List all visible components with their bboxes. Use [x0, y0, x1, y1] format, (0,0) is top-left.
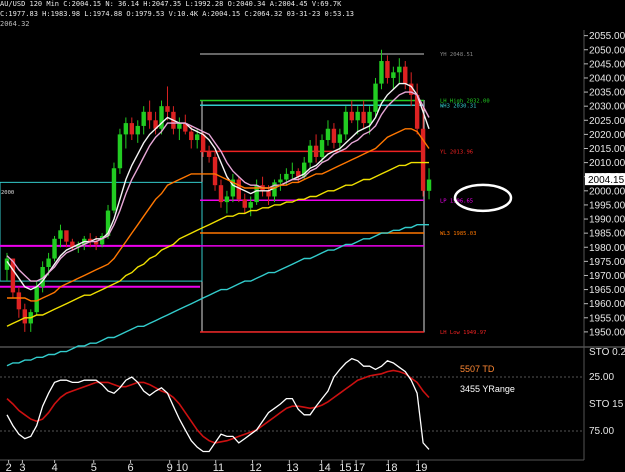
price-chart[interactable]: YH 2048.51LH High 2032.00WH3 2030.31YL 2… [0, 0, 625, 472]
stoch-axis-label-2: 75.00 [589, 426, 614, 437]
ytick-label-10: 2000.00 [589, 186, 625, 197]
stoch-top-label: STO 0.2 [589, 347, 625, 358]
candle-body-62 [373, 83, 378, 112]
xtick-label-12: 17 [353, 462, 365, 472]
candle-body-66 [397, 66, 402, 73]
candle-body-20 [123, 123, 129, 135]
candle-body-59 [355, 111, 360, 121]
ytick-label-14: 2020.00 [589, 130, 625, 141]
ytick-label-19: 2045.00 [589, 59, 625, 70]
candle-body-46 [278, 179, 283, 183]
ytick-label-15: 2025.00 [589, 116, 625, 127]
ytick-label-18: 2040.00 [589, 73, 625, 84]
candle-body-9 [58, 230, 63, 239]
xtick-label-9: 13 [286, 462, 298, 472]
ytick-label-17: 2035.00 [589, 88, 625, 99]
candle-body-44 [266, 190, 271, 197]
candle-body-58 [349, 111, 354, 121]
xtick-label-8: 12 [250, 462, 262, 472]
candle-body-56 [337, 134, 343, 143]
ytick-label-9: 1995.00 [589, 200, 625, 211]
candle-body-33 [200, 134, 206, 152]
candle-body-19 [117, 134, 123, 169]
stoch-fast-line [6, 357, 430, 453]
candle-body-37 [224, 196, 230, 203]
candle-body-36 [218, 185, 224, 203]
ytick-label-2: 1960.00 [589, 299, 625, 310]
ytick-label-5: 1975.00 [589, 257, 625, 268]
xtick-label-3: 5 [91, 462, 97, 472]
stoch-axis-label-0: 25.00 [589, 372, 614, 383]
xtick-label-1: 3 [19, 462, 25, 472]
ytick-label-7: 1985.00 [589, 229, 625, 240]
last-price-label: 2004.15 [588, 175, 625, 186]
candle-body-21 [129, 123, 135, 135]
stoch-label-1: 3455 YRange [460, 384, 515, 394]
candle-body-31 [189, 131, 194, 141]
stoch-label-0: 5507 TD [460, 364, 495, 374]
level-label-7: LH Low 1949.97 [440, 330, 486, 336]
candle-body-24 [147, 111, 152, 121]
candle-body-54 [325, 128, 331, 141]
left-price-label: 2000 [1, 190, 14, 196]
candle-body-41 [248, 202, 253, 208]
xtick-label-11: 15 [339, 462, 351, 472]
level-label-0: YH 2048.51 [440, 52, 473, 58]
xtick-label-14: 19 [415, 462, 427, 472]
candle-body-55 [331, 128, 337, 143]
candle-body-60 [361, 111, 366, 124]
candle-body-48 [290, 171, 295, 174]
xtick-label-6: 10 [176, 462, 188, 472]
candle-body-34 [206, 151, 212, 157]
ytick-label-13: 2015.00 [589, 144, 625, 155]
candle-body-7 [46, 258, 51, 267]
candle-body-35 [212, 156, 218, 186]
chart-window: { "header": { "line1": "AU/USD 120 Min C… [0, 0, 625, 472]
xtick-label-7: 11 [213, 462, 224, 472]
candle-body-67 [403, 66, 408, 84]
candle-body-53 [319, 140, 325, 157]
candle-body-64 [385, 61, 390, 78]
level-label-5: WL3 1985.03 [440, 231, 476, 237]
candle-body-27 [165, 106, 170, 112]
stoch-axis-label-1: STO 15 [589, 399, 624, 410]
ytick-label-20: 2050.00 [589, 45, 625, 56]
ytick-label-8: 1990.00 [589, 215, 625, 226]
candle-body-32 [194, 134, 200, 141]
candle-body-63 [379, 61, 384, 84]
candle-body-18 [111, 168, 117, 211]
candle-body-29 [177, 123, 182, 129]
candle-body-57 [343, 111, 349, 135]
xtick-label-13: 18 [385, 462, 397, 472]
level-label-3: YL 2013.96 [440, 149, 473, 155]
candle-body-23 [141, 111, 146, 126]
xtick-label-4: 6 [128, 462, 134, 472]
candle-body-22 [135, 125, 140, 135]
level-label-2: WH3 2030.31 [440, 103, 476, 109]
ytick-label-12: 2010.00 [589, 158, 625, 169]
candle-body-3 [22, 309, 28, 324]
candle-body-61 [367, 111, 372, 124]
candle-body-10 [64, 230, 69, 242]
ytick-label-1: 1955.00 [589, 313, 625, 324]
candle-body-47 [284, 173, 289, 180]
ytick-label-3: 1965.00 [589, 285, 625, 296]
ytick-label-21: 2055.00 [589, 31, 625, 42]
xtick-label-10: 14 [319, 462, 331, 472]
candle-body-52 [313, 145, 319, 157]
xtick-label-0: 2 [6, 462, 12, 472]
ytick-label-4: 1970.00 [589, 271, 625, 282]
candle-body-65 [391, 72, 396, 78]
ytick-label-0: 1950.00 [589, 327, 625, 338]
candle-body-8 [52, 238, 57, 259]
candle-body-71 [426, 179, 432, 191]
ytick-label-6: 1980.00 [589, 243, 625, 254]
xtick-label-5: 9 [167, 462, 173, 472]
ytick-label-16: 2030.00 [589, 102, 625, 113]
candle-body-51 [307, 145, 313, 163]
candle-body-2 [16, 292, 22, 310]
xtick-label-2: 4 [52, 462, 58, 472]
range-box-left [0, 181, 203, 282]
candle-body-40 [242, 199, 247, 208]
